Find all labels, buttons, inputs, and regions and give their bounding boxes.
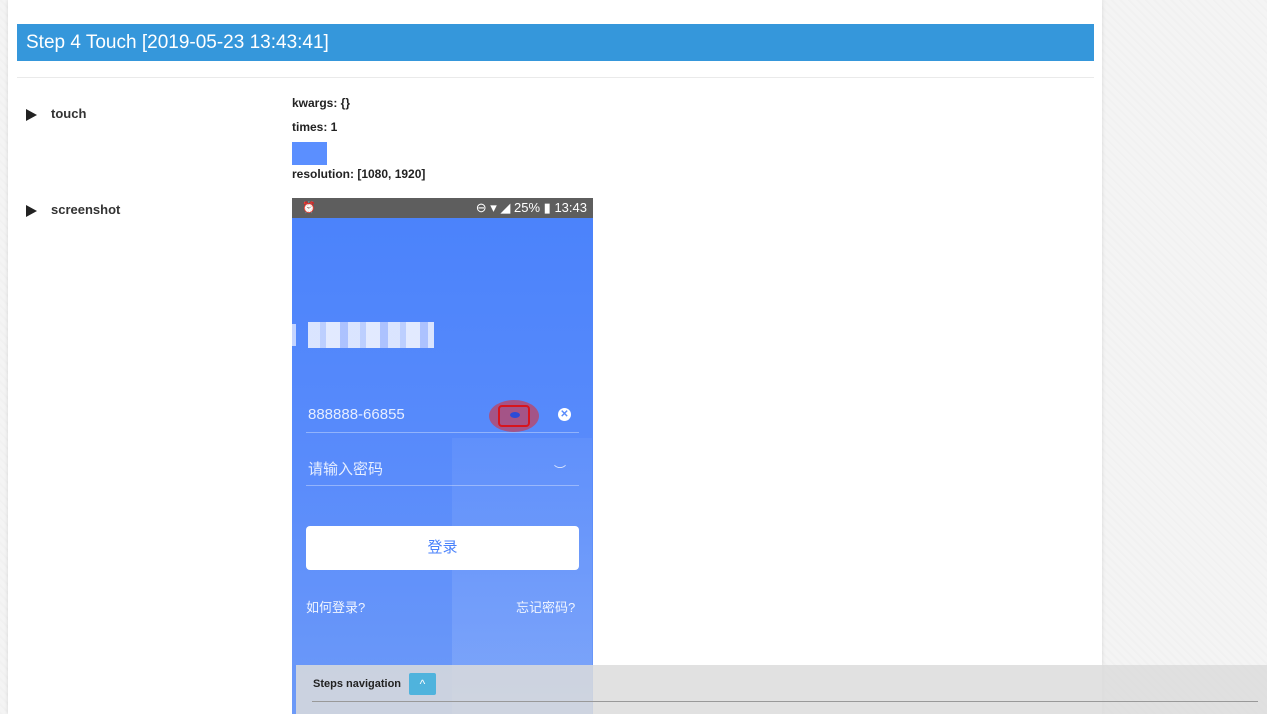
divider [17,77,1094,78]
wifi-icon: ▾ [490,200,497,215]
nav-divider [312,701,1258,702]
status-time: 13:43 [554,200,587,215]
target-box [498,405,530,427]
signal-icon: ◢ [500,200,511,215]
screenshot-toggle[interactable]: screenshot [26,202,120,217]
kwargs-text: kwargs: {} [292,96,351,110]
blurred-app-title [308,322,434,348]
battery-icon: ▮ [543,200,551,215]
password-placeholder: 请输入密码 [308,461,384,478]
expand-triangle-icon [26,204,37,217]
expand-triangle-icon [26,108,37,121]
device-screenshot[interactable]: ⏰ ⊖ ▾ ◢ 25% ▮ 13:43 888888-66855 ✕ 请输入密码… [292,198,593,714]
times-text: times: 1 [292,120,338,134]
battery-percent: 25% [514,200,541,215]
login-button[interactable]: 登录 [306,526,579,570]
steps-nav-label: Steps navigation [313,678,402,690]
alarm-icon: ⏰ [302,202,316,214]
status-bar: ⏰ ⊖ ▾ ◢ 25% ▮ 13:43 [292,198,593,218]
closed-eye-icon[interactable]: ︶ [554,462,566,479]
target-image[interactable] [292,142,327,165]
touch-toggle[interactable]: touch [26,106,86,121]
chevron-up-icon[interactable]: ^ [409,673,436,695]
clear-icon[interactable]: ✕ [558,408,571,421]
screenshot-label: screenshot [51,202,121,217]
step-title: Step 4 Touch [2019-05-23 13:43:41] [17,24,1094,61]
steps-navigation: Steps navigation ^ [296,665,1267,714]
resolution-text: resolution: [1080, 1920] [292,167,426,181]
account-value: 888888-66855 [308,406,405,423]
step-card: Step 4 Touch [2019-05-23 13:43:41] touch… [8,0,1102,714]
touch-label: touch [51,106,87,121]
how-login-link[interactable]: 如何登录? [306,597,365,616]
password-field[interactable]: 请输入密码 [306,452,579,486]
forgot-password-link[interactable]: 忘记密码? [516,597,575,616]
blurred-logo [292,324,296,346]
dnd-icon: ⊖ [475,200,487,215]
